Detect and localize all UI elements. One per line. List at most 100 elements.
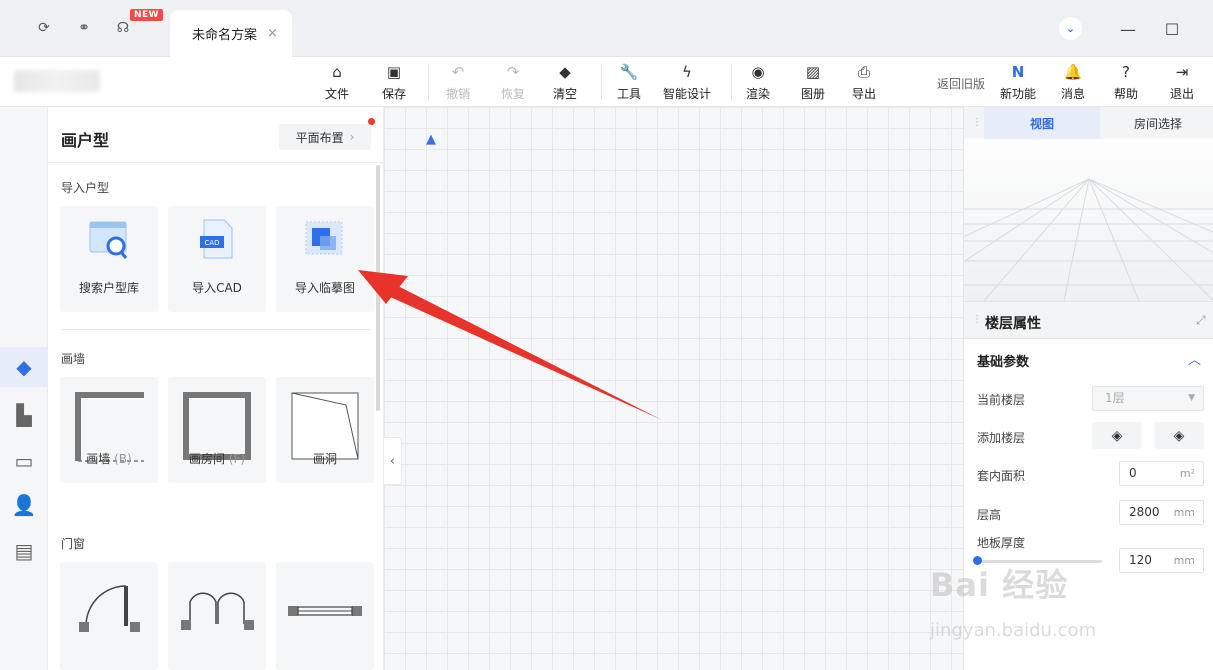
save-label: 保存: [382, 87, 407, 101]
refresh-icon[interactable]: ⟳: [34, 18, 54, 38]
card-label: 画洞: [312, 452, 337, 466]
tab-room-select[interactable]: 房间选择: [1100, 107, 1213, 139]
toolbar-divider: [731, 64, 732, 100]
shortcut-hint: (B): [114, 452, 132, 466]
tab-view[interactable]: 视图: [984, 107, 1100, 139]
drag-handle-icon[interactable]: ⋮: [972, 117, 982, 128]
minimize-icon[interactable]: —: [1117, 18, 1139, 40]
section-divider: [61, 329, 371, 330]
expand-icon[interactable]: ⤢: [1196, 313, 1206, 328]
draw-hole-card[interactable]: 画洞: [276, 377, 374, 483]
old-version-link[interactable]: 返回旧版: [937, 75, 985, 92]
door-card-single[interactable]: [60, 562, 158, 670]
north-indicator-icon: ▲: [426, 132, 436, 147]
thickness-unit: mm: [1173, 554, 1195, 567]
drag-handle-icon[interactable]: ⋮: [972, 314, 982, 325]
title-bar: ⟳ ⚭ ☊ NEW 未命名方案 × ⌄ — ☐: [0, 0, 1213, 57]
draw-room-card[interactable]: 画房间 (F): [168, 377, 266, 483]
watermark-logo: Bai 经验: [930, 566, 1069, 604]
window-card[interactable]: [276, 562, 374, 670]
floorplan-panel: 画户型 平面布置 › 导入户型 搜索户型库 CAD 导入CAD 导入临摹图 画墙…: [48, 107, 384, 670]
undo-button[interactable]: ↶ 撤销: [446, 62, 470, 104]
add-floor-below-button[interactable]: ◈: [1154, 422, 1204, 449]
thickness-input[interactable]: 120 mm: [1119, 548, 1204, 573]
link-icon[interactable]: ⚭: [74, 18, 94, 38]
user-rail-icon[interactable]: 👤: [0, 485, 48, 525]
current-floor-label: 当前楼层: [977, 393, 1026, 407]
message-button[interactable]: 🔔 消息: [1061, 62, 1085, 104]
card-label-text: 画墙: [86, 452, 111, 466]
collapse-toolbar-icon[interactable]: ⌄: [1059, 17, 1082, 40]
app-window: ⟳ ⚭ ☊ NEW 未命名方案 × ⌄ — ☐ ⌂ 文件 ▣ 保存 ↶ 撤销 ↷…: [0, 0, 1213, 670]
new-feature-button[interactable]: N 新功能: [1000, 62, 1036, 104]
section-title-wall: 画墙: [61, 352, 86, 366]
file-button[interactable]: ⌂ 文件: [325, 62, 349, 104]
search-library-icon: [89, 221, 128, 259]
save-button[interactable]: ▣ 保存: [382, 62, 406, 104]
file-label: 文件: [325, 87, 350, 101]
export-button[interactable]: ⎙ 导出: [852, 62, 876, 104]
watermark-url: jingyan.baidu.com: [930, 620, 1097, 641]
add-floor-label: 添加楼层: [977, 431, 1026, 445]
tab-project[interactable]: 未命名方案 ×: [170, 10, 292, 57]
height-unit: mm: [1173, 506, 1195, 519]
search-floorplan-card[interactable]: 搜索户型库: [60, 206, 158, 312]
help-button[interactable]: ? 帮助: [1114, 62, 1138, 104]
render-button[interactable]: ◉ 渲染: [746, 62, 770, 104]
layout-button[interactable]: 平面布置 ›: [279, 124, 371, 150]
add-floor-above-button[interactable]: ◈: [1092, 422, 1142, 449]
smart-design-label: 智能设计: [663, 87, 712, 101]
draw-floorplan-rail-icon[interactable]: ◆: [0, 347, 48, 387]
chevron-up-icon[interactable]: ︿: [1188, 349, 1201, 368]
design-canvas[interactable]: [384, 107, 963, 670]
area-label: 套内面积: [977, 469, 1026, 483]
help-icon: ?: [1122, 63, 1130, 81]
cad-file-icon: CAD: [200, 219, 233, 259]
card-label: 画墙 (B): [60, 450, 158, 467]
cabinet-rail-icon[interactable]: ▤: [0, 531, 48, 571]
new-badge: NEW: [130, 9, 164, 21]
clear-button[interactable]: ◆ 清空: [553, 62, 577, 104]
chevron-right-icon: ›: [349, 130, 355, 144]
section-title-import: 导入户型: [61, 181, 110, 195]
collapse-panel-button[interactable]: ‹: [384, 437, 402, 485]
tools-button[interactable]: 🔧 工具: [617, 62, 641, 104]
furniture-rail-icon[interactable]: ▭: [0, 441, 48, 481]
height-input[interactable]: 2800 mm: [1119, 500, 1204, 525]
headset-icon[interactable]: ☊: [113, 18, 133, 38]
undo-icon: ↶: [451, 63, 465, 81]
3d-preview[interactable]: [964, 139, 1213, 301]
camera-icon: ◉: [751, 63, 765, 81]
logout-label: 退出: [1170, 87, 1195, 101]
smart-design-button[interactable]: ϟ 智能设计: [663, 62, 711, 104]
export-label: 导出: [852, 87, 877, 101]
wrench-icon: 🔧: [619, 63, 639, 81]
thickness-value: 120: [1129, 553, 1152, 567]
card-label: 搜索户型库: [78, 281, 139, 295]
card-label: 画房间 (F): [168, 450, 266, 467]
door-card-double[interactable]: [168, 562, 266, 670]
import-cad-card[interactable]: CAD 导入CAD: [168, 206, 266, 312]
panel-header: 画户型 平面布置 ›: [48, 107, 384, 163]
current-floor-select[interactable]: 1层 ▼: [1092, 386, 1204, 411]
album-button[interactable]: ▨ 图册: [801, 62, 825, 104]
cad-badge: CAD: [204, 239, 219, 247]
import-sketch-card[interactable]: 导入临摹图: [276, 206, 374, 312]
logout-button[interactable]: ⇥ 退出: [1170, 62, 1194, 104]
thickness-label: 地板厚度: [977, 536, 1026, 550]
redo-label: 恢复: [501, 87, 526, 101]
layout-button-label: 平面布置: [295, 130, 344, 145]
card-label: 导入CAD: [192, 281, 242, 295]
notification-dot: [368, 118, 375, 125]
tab-close-icon[interactable]: ×: [267, 26, 278, 41]
maximize-icon[interactable]: ☐: [1161, 18, 1183, 40]
redo-button[interactable]: ↷ 恢复: [501, 62, 525, 104]
lightning-icon: ϟ: [682, 63, 692, 81]
album-label: 图册: [801, 87, 826, 101]
draw-wall-card[interactable]: 画墙 (B): [60, 377, 158, 483]
export-icon: ⎙: [858, 63, 871, 81]
door-rail-icon[interactable]: ▙: [0, 395, 48, 435]
album-icon: ▨: [805, 63, 821, 81]
panel-scrollbar[interactable]: [376, 165, 380, 411]
area-input[interactable]: 0 m²: [1119, 461, 1204, 486]
